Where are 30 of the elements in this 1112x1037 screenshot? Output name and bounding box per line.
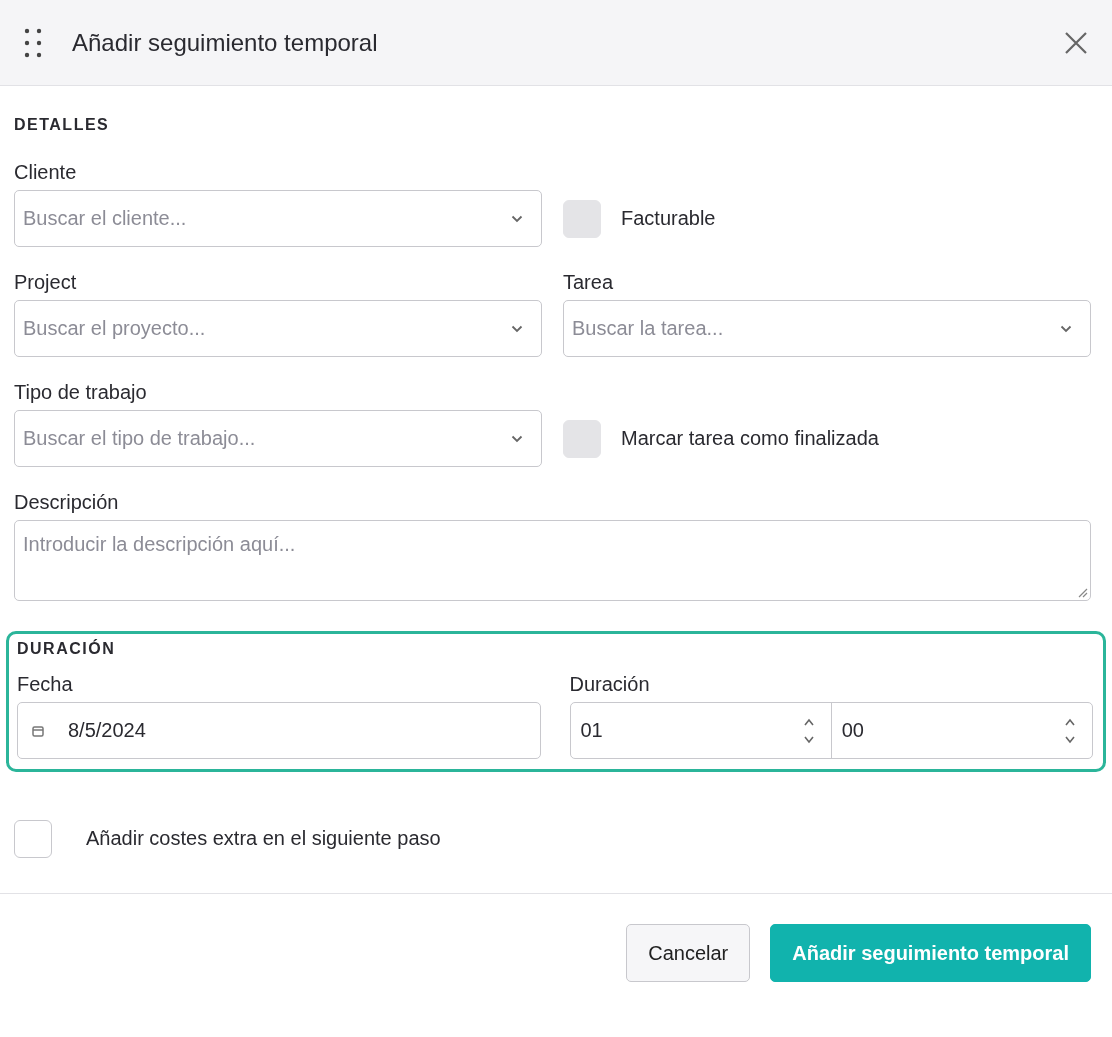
field-label: Project xyxy=(14,270,78,294)
checkbox[interactable] xyxy=(14,819,52,858)
select-field[interactable]: Buscar el cliente... xyxy=(14,190,542,247)
resize-handle-icon[interactable] xyxy=(1078,588,1088,598)
field-label: Fecha xyxy=(17,672,74,696)
date-field[interactable]: 8/5/2024 xyxy=(17,702,541,759)
section-heading: DURACIÓN xyxy=(17,640,117,658)
drag-handle-icon[interactable] xyxy=(22,26,44,59)
chevron-down-icon xyxy=(511,324,523,333)
select-field[interactable]: Buscar el tipo de trabajo... xyxy=(14,410,542,467)
field-label: Descripción xyxy=(14,490,120,514)
checkbox-label: Añadir costes extra en el siguiente paso xyxy=(86,827,441,850)
checkbox-label: Facturable xyxy=(621,207,716,230)
chevron-down-icon xyxy=(511,434,523,443)
chevron-down-icon xyxy=(1060,324,1072,333)
section-heading: DETALLES xyxy=(14,116,111,134)
field-label: Duración xyxy=(569,672,651,696)
close-icon[interactable] xyxy=(1064,30,1088,55)
cancel-button[interactable]: Cancelar xyxy=(626,924,751,982)
calendar-icon xyxy=(32,724,44,737)
description-field[interactable]: Introducir la descripción aquí... xyxy=(14,520,1091,601)
select-field[interactable]: Buscar el proyecto... xyxy=(14,300,542,357)
chevron-down-icon xyxy=(511,214,523,223)
add-time-entry-button[interactable]: Añadir seguimiento temporal xyxy=(770,924,1091,982)
checkbox-label: Marcar tarea como finalizada xyxy=(621,427,879,450)
field-label: Tarea xyxy=(563,270,615,294)
field-label: Cliente xyxy=(14,160,78,184)
select-field[interactable]: Buscar la tarea... xyxy=(563,300,1091,357)
dialog-title: Añadir seguimiento temporal xyxy=(72,28,379,57)
field-label: Tipo de trabajo xyxy=(14,380,148,404)
